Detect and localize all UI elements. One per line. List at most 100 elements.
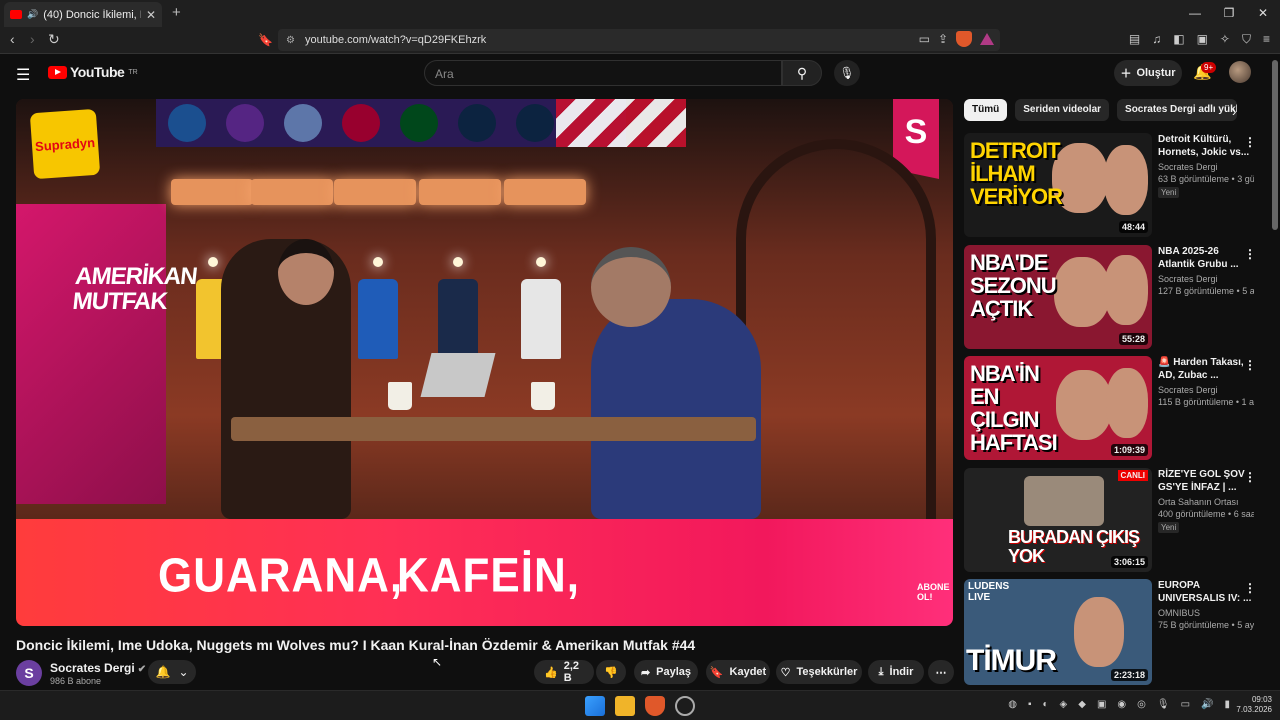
download-button[interactable]: ⤓ İndir xyxy=(868,660,924,684)
reco-channel: Orta Sahanın Ortası xyxy=(1158,497,1239,507)
music-icon[interactable]: ♫ xyxy=(1152,32,1161,47)
network-icon[interactable]: ▭ xyxy=(1181,699,1190,710)
more-vert-icon[interactable]: ⋮ xyxy=(1244,135,1256,149)
tray-app-icon[interactable]: ◉ xyxy=(1117,699,1126,710)
tray-app-icon[interactable]: ◈ xyxy=(1060,699,1068,710)
thumb-face xyxy=(1104,255,1148,325)
window-controls: — ❐ ✕ xyxy=(1178,0,1280,27)
maximize-button[interactable]: ❐ xyxy=(1212,0,1246,27)
recommendation-item[interactable]: CANLI BURADAN ÇIKIŞ YOK 3:06:15 RİZE'YE … xyxy=(964,468,1264,572)
url-text: youtube.com/watch?v=qD29FKEhzrk xyxy=(304,34,487,46)
recommendation-item[interactable]: NBA'İN EN ÇILGIN HAFTASI 1:09:39 🚨 Harde… xyxy=(964,356,1264,460)
thumbnail[interactable]: NBA'İN EN ÇILGIN HAFTASI 1:09:39 xyxy=(964,356,1152,460)
save-button[interactable]: 🔖 Kaydet xyxy=(706,660,770,684)
reader-icon[interactable]: ▤ xyxy=(1129,32,1140,47)
team-logo xyxy=(400,104,438,142)
thumbnail[interactable]: NBA'DE SEZONU AÇTIK 55:28 xyxy=(964,245,1152,349)
subscribe-overlay: ABONE OL! xyxy=(917,582,950,602)
menu-icon[interactable]: ≡ xyxy=(1263,32,1270,47)
volume-icon[interactable]: 🔊 xyxy=(1201,699,1213,710)
chip-all[interactable]: Tümü xyxy=(964,99,1008,121)
more-icon: ⋯ xyxy=(935,666,947,679)
host-left-head xyxy=(278,239,334,305)
thanks-button[interactable]: ♡ Teşekkürler xyxy=(776,660,862,684)
app-icon[interactable] xyxy=(675,696,695,716)
thumb-text: NBA'İN EN ÇILGIN HAFTASI xyxy=(970,361,1058,456)
tray-app-icon[interactable]: ▪ xyxy=(1028,699,1032,710)
search-button[interactable]: ⚲ xyxy=(782,60,822,86)
page-scrollbar[interactable] xyxy=(1272,60,1278,230)
mic-tray-icon[interactable]: 🎙 xyxy=(1157,699,1170,710)
system-clock[interactable]: 09:03 7.03.2026 xyxy=(1236,695,1272,716)
tray-app-icon[interactable]: ▣ xyxy=(1097,699,1106,710)
reco-meta: 127 B görüntüleme • 5 ay... xyxy=(1158,286,1254,296)
minimize-button[interactable]: — xyxy=(1178,0,1212,27)
cast-icon[interactable]: ▭ xyxy=(919,32,930,46)
dislike-button[interactable]: 👎 xyxy=(596,660,626,684)
wallet-icon[interactable]: ▣ xyxy=(1197,32,1208,47)
reload-icon[interactable]: ↻ xyxy=(48,31,60,48)
channel-avatar[interactable]: S xyxy=(16,660,42,686)
thumbnail[interactable]: DETROIT İLHAM VERİYOR 48:44 xyxy=(964,133,1152,237)
recommendation-item[interactable]: DETROIT İLHAM VERİYOR 48:44 Detroit Kült… xyxy=(964,133,1264,237)
bookmark-icon[interactable]: 🔖 xyxy=(258,33,273,47)
tray-app-icon[interactable]: ◆ xyxy=(1078,699,1086,710)
url-field[interactable]: ⚙ youtube.com/watch?v=qD29FKEhzrk ▭ ⇪ xyxy=(278,29,1000,51)
speaker-icon[interactable]: 🔊 xyxy=(27,9,38,20)
brave-rewards-icon[interactable] xyxy=(980,33,994,45)
site-settings-icon[interactable]: ⚙ xyxy=(286,35,295,46)
thumb-face xyxy=(1074,597,1124,667)
tray-app-icon[interactable]: ◎ xyxy=(1137,699,1146,710)
save-label: Kaydet xyxy=(729,666,767,678)
sidebar-icon[interactable]: ◧ xyxy=(1173,32,1184,47)
leo-icon[interactable]: ✧ xyxy=(1220,32,1230,47)
battery-icon[interactable]: ▮ xyxy=(1224,699,1230,710)
tab-close-icon[interactable]: ✕ xyxy=(146,8,156,22)
youtube-header: ☰ YouTube TR Ara ⚲ 🎙 ＋ Oluştur 🔔 9+ xyxy=(0,55,1280,91)
mug xyxy=(388,382,412,410)
youtube-logo[interactable]: YouTube TR xyxy=(48,64,138,80)
thumbnail[interactable]: CANLI BURADAN ÇIKIŞ YOK 3:06:15 xyxy=(964,468,1152,572)
windows-start-icon[interactable] xyxy=(585,696,605,716)
more-vert-icon[interactable]: ⋮ xyxy=(1244,470,1256,484)
channel-name[interactable]: Socrates Dergi ✔ xyxy=(50,661,146,675)
recommendation-item[interactable]: LUDENS LIVE TİMUR 2:23:18 EUROPA UNIVERS… xyxy=(964,579,1264,685)
thumbnail[interactable]: LUDENS LIVE TİMUR 2:23:18 xyxy=(964,579,1152,685)
close-window-button[interactable]: ✕ xyxy=(1246,0,1280,27)
share-button[interactable]: ➦ Paylaş xyxy=(634,660,698,684)
tray-app-icon[interactable]: ◐ xyxy=(1043,699,1049,710)
back-icon[interactable]: ‹ xyxy=(10,31,15,47)
account-avatar[interactable] xyxy=(1229,61,1251,83)
recommendation-item[interactable]: NBA'DE SEZONU AÇTIK 55:28 NBA 2025-26 At… xyxy=(964,245,1264,349)
chevron-right-icon[interactable]: › xyxy=(1232,104,1236,119)
video-player[interactable]: AMERİKAN MUTFAK Supradyn S GUARANA, KAFE… xyxy=(16,99,953,626)
more-actions-button[interactable]: ⋯ xyxy=(928,660,954,684)
region-code: TR xyxy=(128,68,138,76)
chip-series[interactable]: Seriden videolar xyxy=(1015,99,1110,121)
jersey xyxy=(358,279,398,359)
brave-browser-icon[interactable] xyxy=(645,696,665,716)
new-tab-button[interactable]: + xyxy=(172,4,181,21)
team-logo xyxy=(458,104,496,142)
thumb-text: TİMUR xyxy=(966,644,1057,677)
hamburger-menu-icon[interactable]: ☰ xyxy=(16,65,30,85)
share-url-icon[interactable]: ⇪ xyxy=(938,32,948,46)
subscription-bell-button[interactable]: 🔔 ⌄ xyxy=(148,660,196,684)
like-button[interactable]: 👍 2,2 B xyxy=(534,660,594,684)
brave-shield-icon[interactable] xyxy=(956,31,972,47)
more-vert-icon[interactable]: ⋮ xyxy=(1244,581,1256,595)
sponsor-logo: Supradyn xyxy=(29,108,101,180)
forward-icon[interactable]: › xyxy=(30,31,35,47)
vpn-icon[interactable]: ⛉ xyxy=(1242,32,1251,47)
shelf-light xyxy=(171,179,253,205)
more-vert-icon[interactable]: ⋮ xyxy=(1244,247,1256,261)
file-explorer-icon[interactable] xyxy=(615,696,635,716)
search-input[interactable]: Ara xyxy=(424,60,782,86)
voice-search-button[interactable]: 🎙 xyxy=(834,60,860,86)
more-vert-icon[interactable]: ⋮ xyxy=(1244,358,1256,372)
create-button[interactable]: ＋ Oluştur xyxy=(1114,60,1182,86)
tray-app-icon[interactable]: ◍ xyxy=(1008,699,1017,710)
browser-tab[interactable]: 🔊 (40) Doncic İkilemi, Ime Udok ✕ xyxy=(4,2,162,27)
chip-uploader[interactable]: Socrates Dergi adlı yükleyici xyxy=(1117,99,1238,121)
download-icon: ⤓ xyxy=(878,665,884,678)
